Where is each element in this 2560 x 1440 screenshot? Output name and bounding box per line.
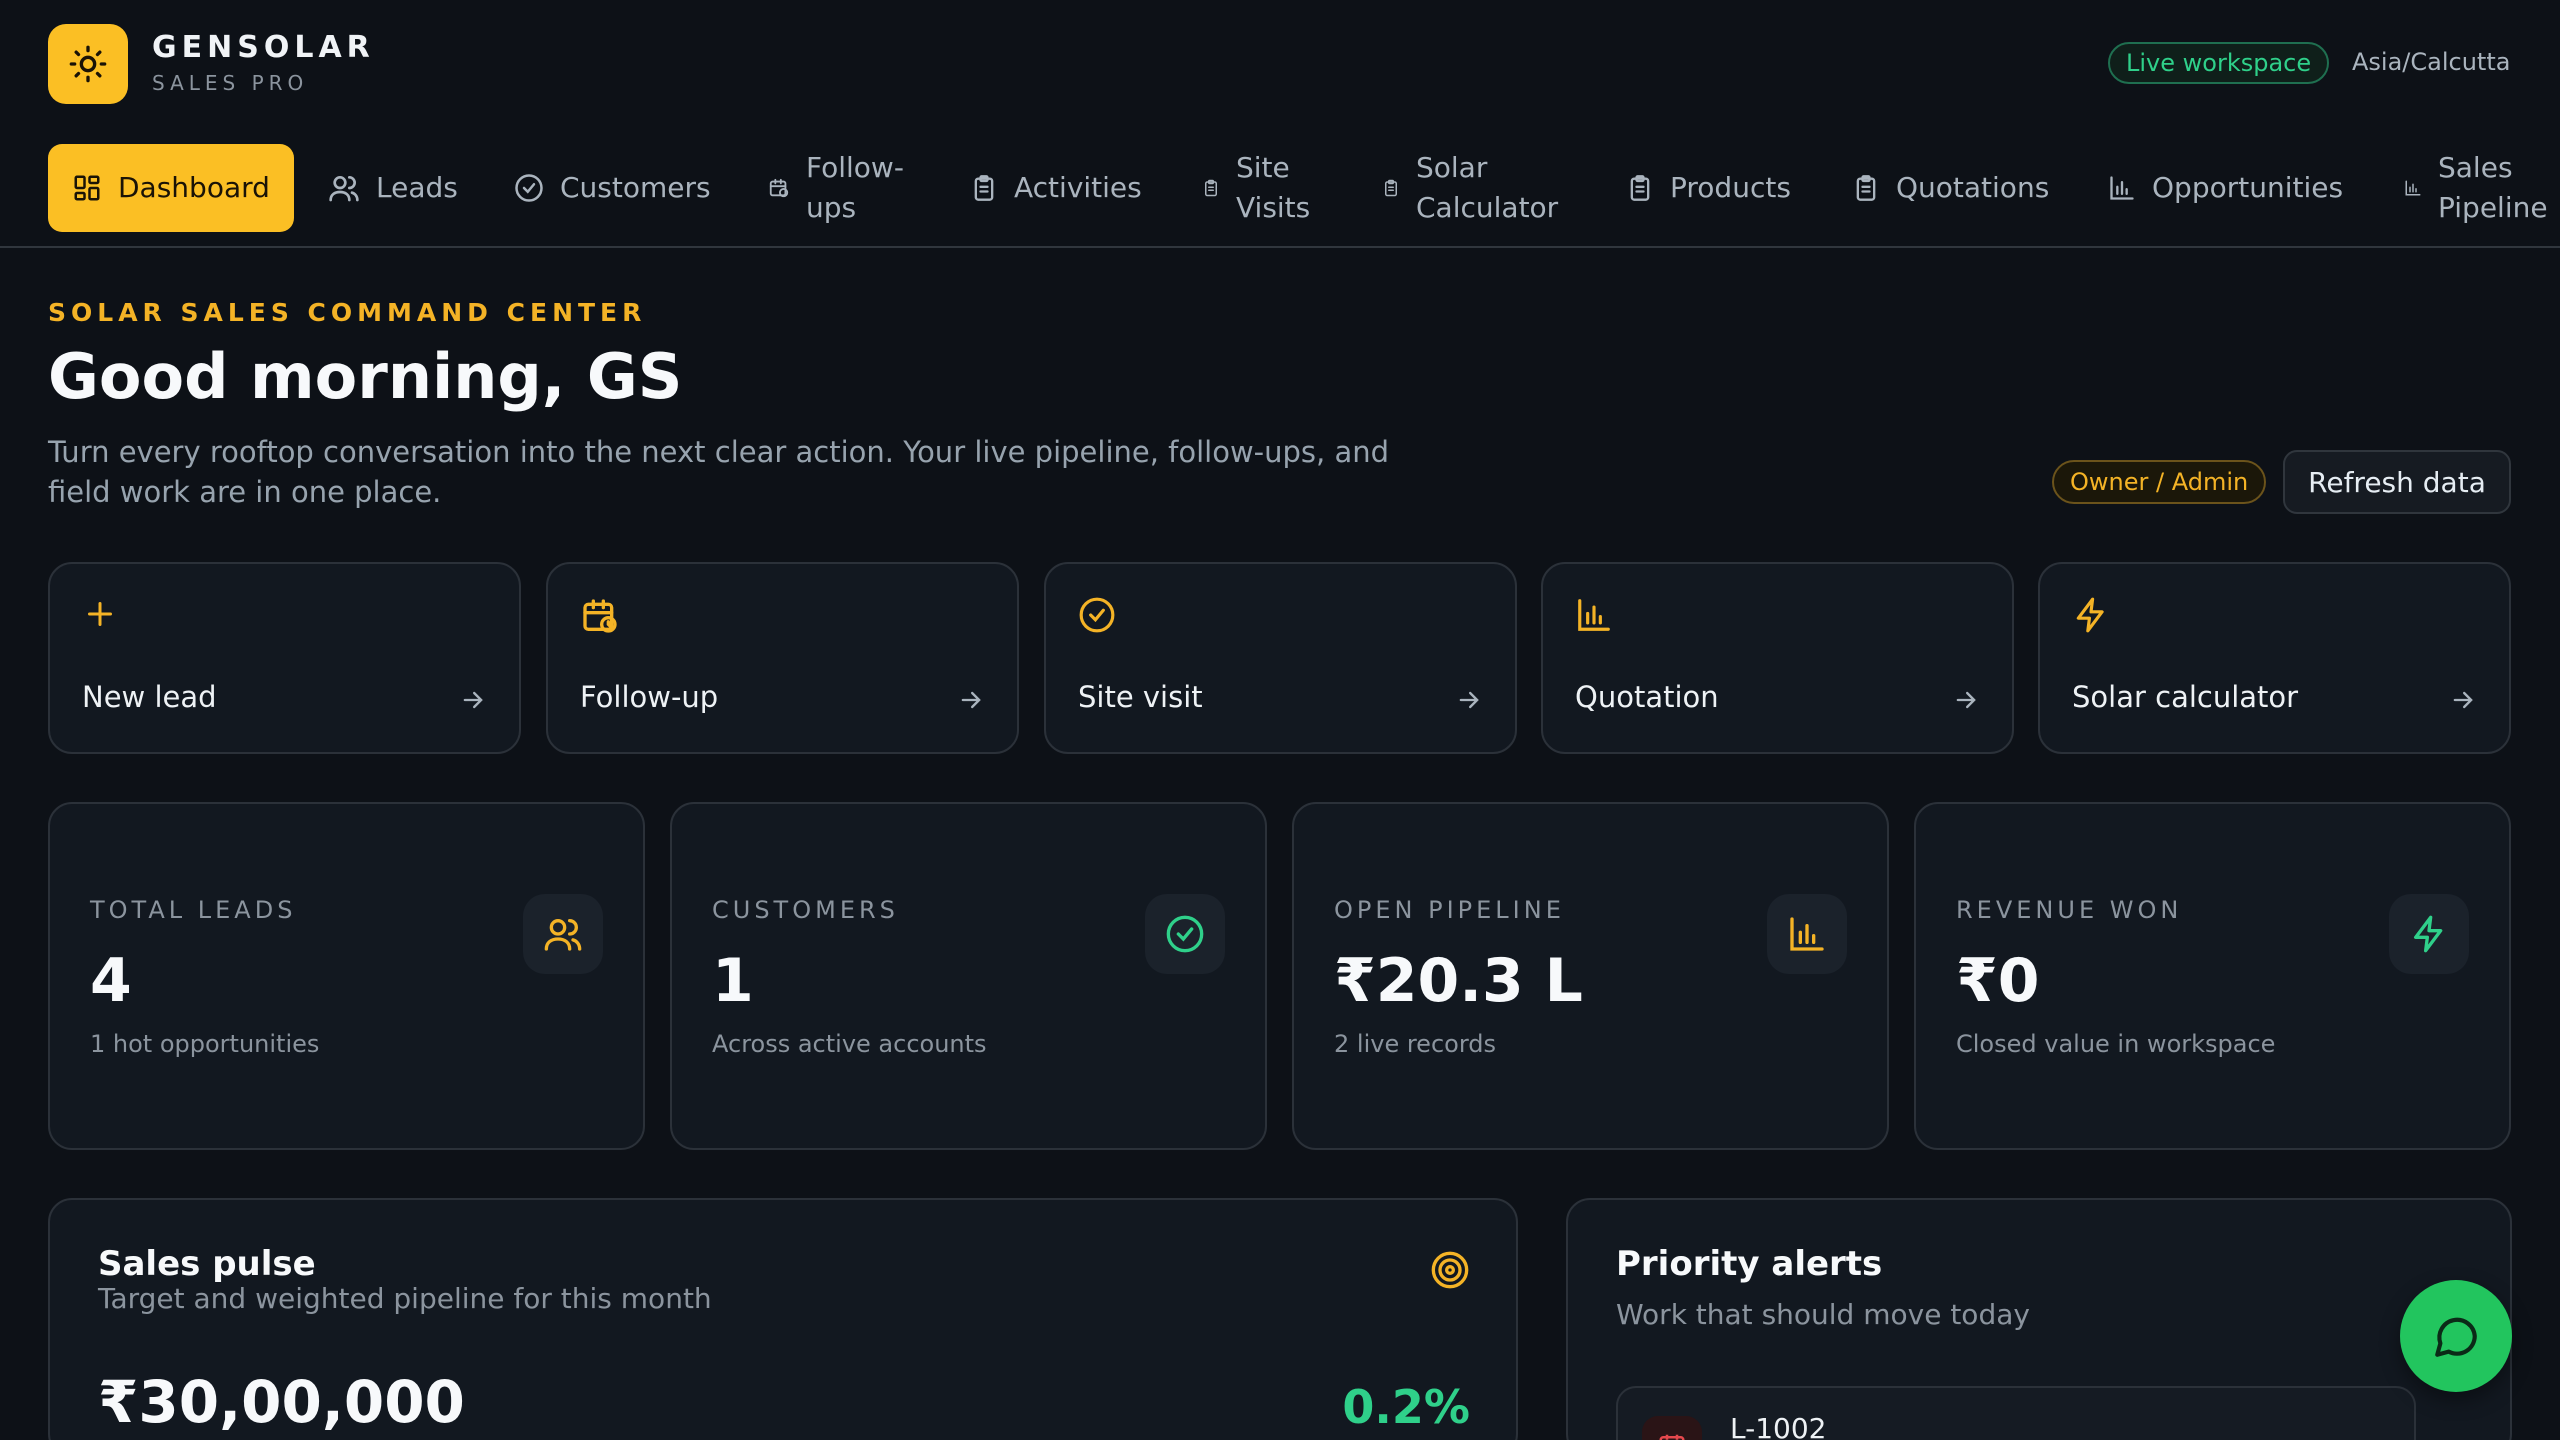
quick-action-new-lead[interactable]: New lead xyxy=(48,562,521,754)
nav-item-site-visits[interactable]: Site Visits xyxy=(1202,144,1332,232)
nav-label: Customers xyxy=(560,171,711,204)
lightning-icon xyxy=(2389,894,2469,974)
dashboard-grid-icon xyxy=(74,175,100,201)
chat-button[interactable] xyxy=(2400,1280,2512,1392)
nav-label: Solar Calculator xyxy=(1416,151,1559,224)
chat-bubble-icon xyxy=(2435,1317,2477,1357)
users-icon xyxy=(523,894,603,974)
stat-note: 2 live records xyxy=(1334,1030,1496,1058)
arrow-right-icon xyxy=(961,691,981,709)
nav-label: Follow-ups xyxy=(806,151,904,224)
page-eyebrow: SOLAR SALES COMMAND CENTER xyxy=(48,298,647,327)
role-badge: Owner / Admin xyxy=(2052,460,2267,504)
clipboard-icon xyxy=(1205,179,1217,197)
plus-icon xyxy=(88,602,112,626)
sun-logo-icon xyxy=(48,24,128,104)
bar-chart-icon xyxy=(1767,894,1847,974)
nav-item-dashboard[interactable]: Dashboard xyxy=(48,144,294,232)
nav-item-follow-ups[interactable]: Follow-ups xyxy=(768,144,918,232)
clipboard-icon xyxy=(974,175,994,201)
stat-note: Across active accounts xyxy=(712,1030,987,1058)
stat-label: REVENUE WON xyxy=(1956,896,2183,924)
bar-chart-icon xyxy=(2405,180,2421,196)
nav-label: Opportunities xyxy=(2152,171,2344,204)
sales-pulse-panel: Sales pulse Target and weighted pipeline… xyxy=(48,1198,1518,1440)
target-icon xyxy=(1431,1251,1469,1289)
refresh-data-button[interactable]: Refresh data xyxy=(2283,450,2511,514)
quick-action-label: New lead xyxy=(82,680,217,714)
priority-alerts-title: Priority alerts xyxy=(1616,1244,1883,1284)
alert-calendar-icon xyxy=(1642,1416,1702,1440)
clipboard-icon xyxy=(1630,175,1650,201)
arrow-right-icon xyxy=(1956,691,1976,709)
arrow-right-icon xyxy=(463,691,483,709)
nav-item-leads[interactable]: Leads xyxy=(328,144,458,232)
stat-label: CUSTOMERS xyxy=(712,896,899,924)
lightning-icon xyxy=(2076,597,2104,633)
alert-lead-id: L-1002 xyxy=(1730,1412,1827,1440)
nav-label: Dashboard xyxy=(118,171,270,204)
sales-target-percent: 0.2% xyxy=(1342,1380,1470,1434)
sales-pulse-subtitle: Target and weighted pipeline for this mo… xyxy=(98,1282,712,1315)
nav-item-customers[interactable]: Customers xyxy=(514,144,711,232)
quick-action-label: Follow-up xyxy=(580,680,719,714)
stat-revenue-won: REVENUE WON ₹0 Closed value in workspace xyxy=(1914,802,2511,1150)
stat-label: OPEN PIPELINE xyxy=(1334,896,1565,924)
quick-action-site-visit[interactable]: Site visit xyxy=(1044,562,1517,754)
nav-item-opportunities[interactable]: Opportunities xyxy=(2108,144,2343,232)
quick-action-follow-up[interactable]: Follow-up xyxy=(546,562,1019,754)
nav-item-quotations[interactable]: Quotations xyxy=(1852,144,2049,232)
users-icon xyxy=(329,176,359,202)
live-workspace-badge: Live workspace xyxy=(2108,42,2330,84)
sales-target-value: ₹30,00,000 xyxy=(98,1368,465,1436)
stat-note: Closed value in workspace xyxy=(1956,1030,2276,1058)
quick-action-solar-calculator[interactable]: Solar calculator xyxy=(2038,562,2511,754)
page-intro: Turn every rooftop conversation into the… xyxy=(48,435,1390,509)
stat-total-leads: TOTAL LEADS 4 1 hot opportunities xyxy=(48,802,645,1150)
brand-subtitle: SALES PRO xyxy=(152,71,309,95)
brand-name: GENSOLAR xyxy=(152,30,375,65)
check-circle-icon xyxy=(515,174,543,202)
sales-pulse-title: Sales pulse xyxy=(98,1244,316,1284)
nav-label: Sales Pipeline xyxy=(2438,151,2548,224)
nav-label: Activities xyxy=(1014,171,1142,204)
priority-alerts-panel: Priority alerts Work that should move to… xyxy=(1566,1198,2512,1440)
nav-label: Quotations xyxy=(1896,171,2050,204)
stat-value: ₹20.3 L xyxy=(1334,946,1583,1016)
nav-label: Products xyxy=(1670,171,1791,204)
alert-item[interactable]: L-1002 xyxy=(1616,1386,2416,1440)
timezone-label: Asia/Calcutta xyxy=(2352,48,2511,76)
quick-action-label: Site visit xyxy=(1078,680,1203,714)
check-circle-icon xyxy=(1145,894,1225,974)
stat-value: 1 xyxy=(712,946,754,1016)
arrow-right-icon xyxy=(2453,691,2473,709)
clipboard-icon xyxy=(1856,175,1876,201)
stat-customers: CUSTOMERS 1 Across active accounts xyxy=(670,802,1267,1150)
quick-action-label: Solar calculator xyxy=(2072,680,2299,714)
nav-label: Site Visits xyxy=(1236,151,1311,224)
check-circle-icon xyxy=(1079,597,1115,633)
main-nav: Dashboard Leads Customers Follow-ups Act… xyxy=(0,140,2560,248)
quick-action-label: Quotation xyxy=(1575,680,1719,714)
page-title: Good morning, GS xyxy=(48,340,683,413)
nav-item-products[interactable]: Products xyxy=(1626,144,1791,232)
clipboard-icon xyxy=(1385,179,1397,197)
nav-label: Leads xyxy=(376,171,458,204)
calendar-clock-icon xyxy=(769,178,789,198)
stat-open-pipeline: OPEN PIPELINE ₹20.3 L 2 live records xyxy=(1292,802,1889,1150)
nav-item-solar-calculator[interactable]: Solar Calculator xyxy=(1382,144,1582,232)
priority-alerts-subtitle: Work that should move today xyxy=(1616,1298,2030,1331)
quick-action-quotation[interactable]: Quotation xyxy=(1541,562,2014,754)
nav-item-sales-pipeline[interactable]: Sales Pipeline xyxy=(2404,144,2560,232)
arrow-right-icon xyxy=(1459,691,1479,709)
stat-value: 4 xyxy=(90,946,132,1016)
bar-chart-icon xyxy=(1578,599,1610,631)
stat-value: ₹0 xyxy=(1956,946,2040,1016)
stat-note: 1 hot opportunities xyxy=(90,1030,320,1058)
stat-label: TOTAL LEADS xyxy=(90,896,297,924)
nav-item-activities[interactable]: Activities xyxy=(970,144,1142,232)
calendar-clock-icon xyxy=(583,599,617,633)
top-bar: GENSOLAR SALES PRO Live workspace Asia/C… xyxy=(0,0,2560,126)
bar-chart-icon xyxy=(2110,176,2134,200)
